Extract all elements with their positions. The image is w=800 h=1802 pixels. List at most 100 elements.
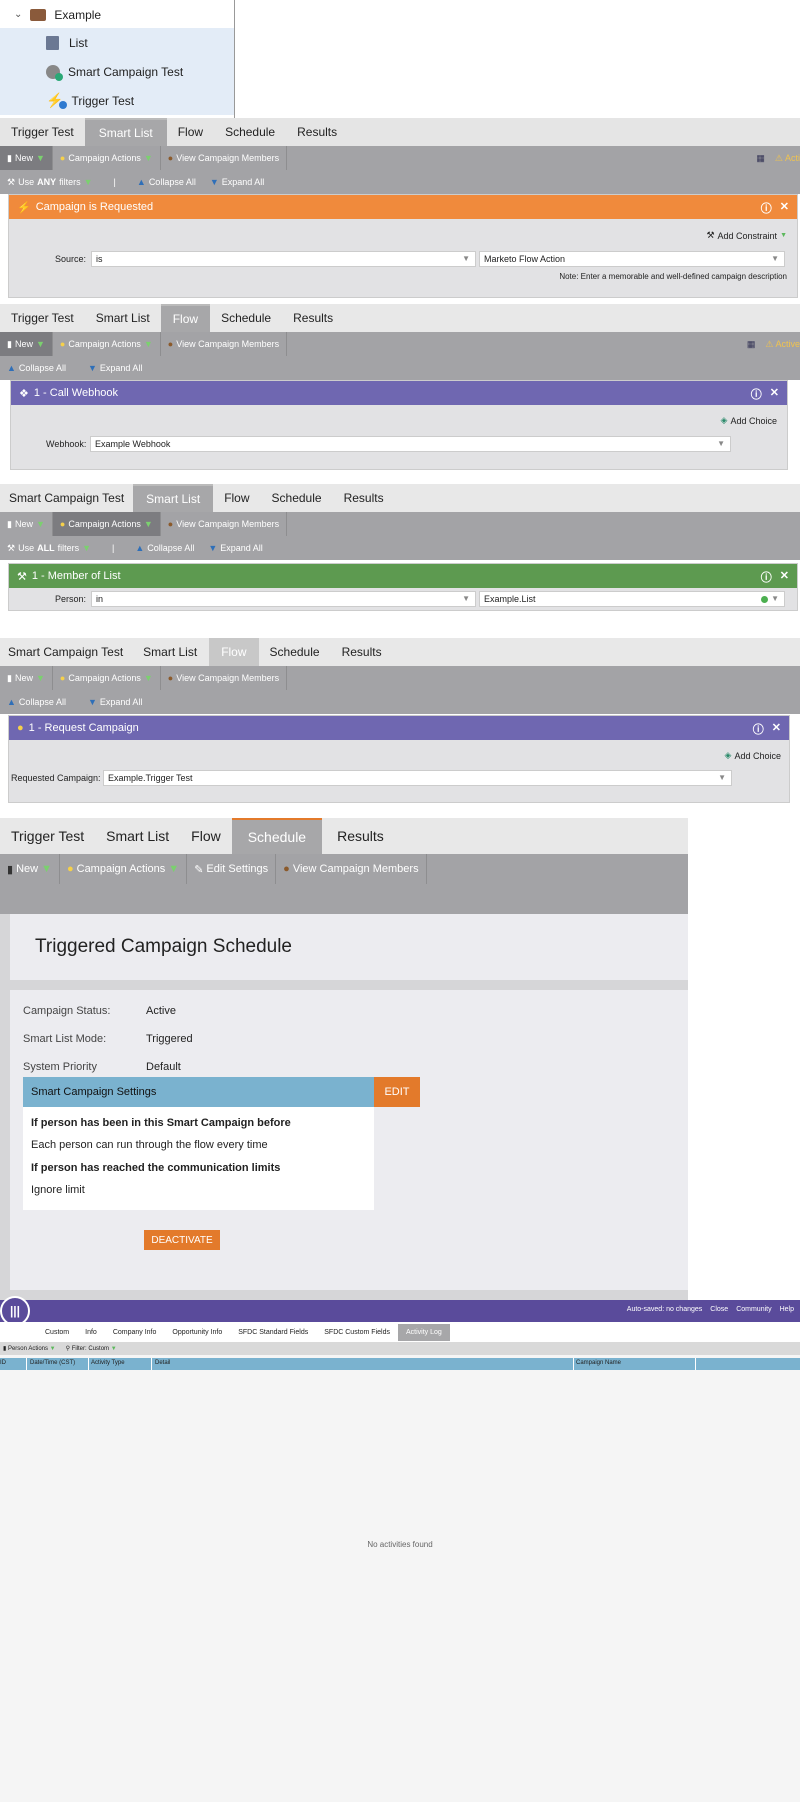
tab-smart-list[interactable]: Smart List [133, 484, 214, 512]
expand-all-button[interactable]: ▼ Expand All [201, 543, 269, 553]
tab-smart-list[interactable]: Smart List [85, 304, 161, 332]
tab-schedule[interactable]: Schedule [214, 118, 286, 146]
tab-results[interactable]: Results [333, 484, 395, 512]
tree-item-trigger-test[interactable]: ⚡ Trigger Test [0, 86, 234, 115]
new-label: New [16, 863, 39, 875]
trigger-header[interactable]: ⚡ Campaign is Requested ⓘ ✕ [9, 195, 797, 219]
tab-smart-campaign-test[interactable]: Smart Campaign Test [0, 638, 131, 666]
tree-item-list[interactable]: List [0, 28, 234, 57]
expand-all-button[interactable]: ▼ Expand All [81, 697, 149, 707]
column-campaign-name[interactable]: Campaign Name [576, 1360, 621, 1366]
info-icon[interactable]: ⓘ [753, 721, 764, 737]
campaign-actions-button[interactable]: ● Campaign Actions ▼ [53, 666, 161, 690]
tab-trigger-test[interactable]: Trigger Test [0, 304, 85, 332]
tab-activity-log[interactable]: Activity Log [397, 1323, 450, 1341]
campaign-actions-button[interactable]: ● Campaign Actions ▼ [60, 854, 188, 884]
use-filters-toggle[interactable]: ⚒ Use ALL filters ▼ [0, 543, 98, 554]
tab-smart-list[interactable]: Smart List [131, 638, 209, 666]
requested-campaign-select[interactable]: Example.Trigger Test ▼ [103, 770, 732, 786]
info-icon[interactable]: ⓘ [761, 200, 772, 216]
tab-company-info[interactable]: Company Info [105, 1329, 165, 1336]
collapse-all-button[interactable]: ▲ Collapse All [130, 177, 203, 187]
tab-flow[interactable]: Flow [160, 304, 211, 332]
collapse-all-button[interactable]: ▲ Collapse All [128, 543, 201, 553]
new-button[interactable]: ▮ New ▼ [0, 854, 60, 884]
new-button[interactable]: ▮ New ▼ [0, 332, 53, 356]
list-value-select[interactable]: Example.List ▼ [479, 591, 785, 607]
source-operator-select[interactable]: is ▼ [91, 251, 476, 267]
calendar-icon[interactable]: ▦ [747, 339, 756, 350]
column-activity-type[interactable]: Activity Type [91, 1360, 125, 1366]
tab-results[interactable]: Results [282, 304, 344, 332]
tab-schedule[interactable]: Schedule [231, 818, 323, 854]
tab-schedule[interactable]: Schedule [261, 484, 333, 512]
view-campaign-members-button[interactable]: ● View Campaign Members [161, 146, 288, 170]
webhook-select[interactable]: Example Webhook ▼ [90, 436, 731, 452]
edit-settings-button[interactable]: EDIT [374, 1077, 420, 1107]
new-button[interactable]: ▮ New ▼ [0, 666, 53, 690]
source-value-select[interactable]: Marketo Flow Action ▼ [479, 251, 785, 267]
tab-smart-list[interactable]: Smart List [95, 818, 180, 854]
tab-smart-list[interactable]: Smart List [84, 118, 167, 146]
tab-opportunity-info[interactable]: Opportunity Info [164, 1329, 230, 1336]
chevron-down-icon[interactable]: ⌄ [14, 9, 22, 20]
tab-custom[interactable]: Custom [37, 1329, 77, 1336]
collapse-all-button[interactable]: ▲ Collapse All [0, 697, 73, 707]
filter-button[interactable]: ⚲ Filter: Custom ▼ [66, 1345, 117, 1352]
person-operator-select[interactable]: in ▼ [91, 591, 476, 607]
tab-flow[interactable]: Flow [209, 638, 259, 666]
view-campaign-members-button[interactable]: ● View Campaign Members [161, 512, 288, 536]
tree-root-example[interactable]: ⌄ Example [0, 0, 234, 29]
info-icon[interactable]: ⓘ [751, 386, 762, 402]
community-link[interactable]: Community [736, 1306, 771, 1313]
campaign-actions-button[interactable]: ● Campaign Actions ▼ [53, 332, 161, 356]
tab-flow[interactable]: Flow [167, 118, 214, 146]
tree-item-smart-campaign-test[interactable]: Smart Campaign Test [0, 57, 234, 86]
tab-sfdc-standard-fields[interactable]: SFDC Standard Fields [230, 1329, 316, 1336]
add-constraint-button[interactable]: ⚒ Add Constraint ▼ [706, 230, 787, 241]
tab-smart-campaign-test[interactable]: Smart Campaign Test [0, 484, 133, 512]
close-link[interactable]: Close [710, 1306, 728, 1313]
info-icon[interactable]: ⓘ [761, 569, 772, 585]
calendar-icon[interactable]: ▦ [756, 153, 765, 164]
tab-flow[interactable]: Flow [180, 818, 232, 854]
tab-results[interactable]: Results [286, 118, 348, 146]
tab-schedule[interactable]: Schedule [259, 638, 331, 666]
request-campaign-header[interactable]: ● 1 - Request Campaign ⓘ ✕ [9, 716, 789, 740]
column-detail[interactable]: Detail [155, 1360, 170, 1366]
collapse-all-button[interactable]: ▲ Collapse All [0, 363, 73, 373]
expand-all-button[interactable]: ▼ Expand All [203, 177, 271, 187]
tab-results[interactable]: Results [322, 818, 399, 854]
deactivate-button[interactable]: DEACTIVATE [144, 1230, 220, 1250]
add-choice-button[interactable]: ◈ Add Choice [725, 750, 781, 761]
expand-all-button[interactable]: ▼ Expand All [81, 363, 149, 373]
column-date-time[interactable]: Date/Time (CST) [30, 1360, 75, 1366]
close-icon[interactable]: ✕ [772, 721, 781, 737]
new-button[interactable]: ▮ New ▼ [0, 146, 53, 170]
view-campaign-members-button[interactable]: ● View Campaign Members [161, 666, 288, 690]
tab-flow[interactable]: Flow [213, 484, 260, 512]
edit-settings-button[interactable]: ✎ Edit Settings [187, 854, 277, 884]
help-link[interactable]: Help [780, 1306, 794, 1313]
view-campaign-members-button[interactable]: ● View Campaign Members [276, 854, 427, 884]
person-actions-button[interactable]: ▮ Person Actions ▼ [3, 1345, 56, 1352]
tab-schedule[interactable]: Schedule [210, 304, 282, 332]
filter-header[interactable]: ⚒ 1 - Member of List ⓘ ✕ [9, 564, 797, 588]
campaign-actions-button[interactable]: ● Campaign Actions ▼ [53, 146, 161, 170]
close-icon[interactable]: ✕ [770, 386, 779, 402]
tab-trigger-test[interactable]: Trigger Test [0, 818, 95, 854]
view-campaign-members-button[interactable]: ● View Campaign Members [161, 332, 288, 356]
tab-sfdc-custom-fields[interactable]: SFDC Custom Fields [316, 1329, 398, 1336]
add-choice-button[interactable]: ◈ Add Choice [721, 415, 777, 426]
close-icon[interactable]: ✕ [780, 569, 789, 585]
column-id[interactable]: ID [0, 1360, 6, 1366]
tab-info[interactable]: Info [77, 1329, 105, 1336]
tab-trigger-test[interactable]: Trigger Test [0, 118, 85, 146]
use-filters-toggle[interactable]: ⚒ Use ANY filters ▼ [0, 177, 100, 188]
tab-results[interactable]: Results [331, 638, 393, 666]
add-icon[interactable] [761, 596, 768, 603]
campaign-actions-button[interactable]: ● Campaign Actions ▼ [52, 512, 161, 536]
close-icon[interactable]: ✕ [780, 200, 789, 216]
new-button[interactable]: ▮ New ▼ [0, 512, 53, 536]
flow-step-header[interactable]: ❖ 1 - Call Webhook ⓘ ✕ [11, 381, 787, 405]
